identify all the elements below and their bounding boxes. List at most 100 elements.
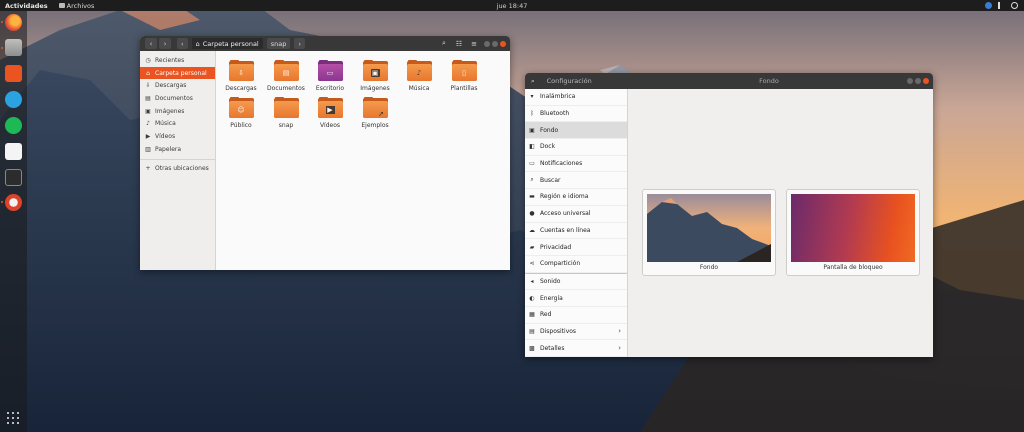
telegram-icon[interactable] [5,91,22,108]
settings-item-label: Notificaciones [540,160,583,168]
background-panel: Fondo Pantalla de bloqueo [628,89,933,357]
settings-search-area[interactable]: ⌕ Configuración [525,73,628,89]
folder-videos[interactable]: ▶ Vídeos [308,96,352,129]
settings-icon[interactable] [5,194,22,211]
sidebar-item-documentos[interactable]: ▤ Documentos [140,92,215,105]
sidebar-item-label: Documentos [155,94,193,102]
sidebar-item-label: Carpeta personal [155,69,207,77]
folder-escritorio[interactable]: ▭ Escritorio [308,59,352,92]
folder-publico[interactable]: ☺ Público [219,96,263,129]
settings-item-comparticion[interactable]: ⋖ Compartición [525,256,627,273]
folder-descargas[interactable]: ⇩ Descargas [219,59,263,92]
breadcrumb-snap[interactable]: snap [266,38,291,49]
system-tray[interactable] [985,2,1018,9]
lockscreen-preview-label: Pantalla de bloqueo [823,264,883,271]
show-applications-icon[interactable] [7,412,19,424]
settings-item-bluetooth[interactable]: ᛒ Bluetooth [525,106,627,123]
image-icon: ▣ [145,107,151,115]
terminal-icon[interactable] [5,169,22,186]
close-button[interactable] [923,78,929,84]
breadcrumb-right-arrow[interactable]: › [294,38,305,49]
slack-icon[interactable] [5,143,22,160]
settings-item-buscar[interactable]: ⌕ Buscar [525,172,627,190]
folder-label: Descargas [225,85,257,92]
app-menu-label: Archivos [66,1,95,10]
settings-item-region-idioma[interactable]: ▬ Región e idioma [525,189,627,206]
folder-label: Imágenes [360,85,390,92]
settings-item-fondo[interactable]: ▣ Fondo [525,122,627,140]
settings-item-label: Red [540,311,552,319]
sidebar-item-otras-ubicaciones[interactable]: + Otras ubicaciones [140,163,215,176]
firefox-icon[interactable] [5,14,22,31]
flag-icon: ▬ [529,193,535,201]
sidebar-item-papelera[interactable]: ▥ Papelera [140,143,215,156]
settings-item-dock[interactable]: ◧ Dock [525,139,627,156]
view-options-button[interactable]: ☷ [453,38,465,49]
sidebar-item-carpeta-personal[interactable]: ⌂ Carpeta personal [140,66,215,80]
back-button[interactable]: ‹ [145,38,157,49]
settings-item-detalles[interactable]: ▩ Detalles › [525,340,627,357]
settings-item-notificaciones[interactable]: ▭ Notificaciones [525,156,627,173]
folder-imagenes[interactable]: ▣ Imágenes [353,59,397,92]
folder-documentos[interactable]: ▤ Documentos [264,59,308,92]
breadcrumb-left-arrow[interactable]: ‹ [177,38,188,49]
settings-item-label: Privacidad [540,243,572,251]
sidebar-item-label: Papelera [155,145,182,153]
link-icon: ➚ [378,110,384,118]
folder-musica[interactable]: ♪ Música [397,59,441,92]
lockscreen-preview-card[interactable]: Pantalla de bloqueo [786,189,920,276]
settings-item-inalambrica[interactable]: ▾ Inalámbrica [525,89,627,106]
clock[interactable]: jue 18:47 [497,2,528,10]
maximize-button[interactable] [915,78,921,84]
power-menu-icon [1011,2,1018,9]
folder-label: Escritorio [315,85,345,92]
maximize-button[interactable] [492,40,498,47]
search-button[interactable]: ⌕ [438,38,450,49]
settings-item-acceso-universal[interactable]: ● Acceso universal [525,206,627,223]
settings-item-sonido[interactable]: ◂ Sonido [525,274,627,291]
close-button[interactable] [500,40,506,47]
files-icon[interactable] [5,39,22,56]
bell-icon: ▭ [529,160,535,168]
spotify-icon[interactable] [5,117,22,134]
minimize-button[interactable] [484,40,490,47]
background-preview-card[interactable]: Fondo [642,189,776,276]
sidebar-item-descargas[interactable]: ⇩ Descargas [140,79,215,92]
menu-button[interactable]: ≡ [468,38,480,49]
settings-item-dispositivos[interactable]: ▤ Dispositivos › [525,324,627,341]
sidebar-item-label: Otras ubicaciones [155,165,209,173]
breadcrumb-home[interactable]: ⌂ Carpeta personal [191,38,263,49]
folder-ejemplos[interactable]: ➚ Ejemplos [353,96,397,129]
sidebar-item-musica[interactable]: ♪ Música [140,117,215,130]
settings-item-label: Buscar [540,176,561,184]
breadcrumb: ‹ ⌂ Carpeta personal snap › [177,38,305,49]
software-icon[interactable] [5,65,22,82]
activities-button[interactable]: Actividades [0,2,53,10]
settings-item-privacidad[interactable]: ▰ Privacidad [525,239,627,256]
settings-item-energia[interactable]: ◐ Energía [525,290,627,307]
search-icon: ⌕ [442,39,446,47]
search-icon: ⌕ [531,76,535,85]
settings-window: ⌕ Configuración Fondo ▾ Inalámbrica ᛒ Blue… [525,73,933,357]
files-content-area: ⇩ Descargas ▤ Documentos ▭ Escritorio ▣ … [216,51,510,270]
files-window: ‹ › ‹ ⌂ Carpeta personal snap › ⌕ ☷ ≡ ◷ R… [140,36,510,270]
running-indicator [1,201,3,203]
sidebar-item-imagenes[interactable]: ▣ Imágenes [140,105,215,118]
sidebar-item-label: Imágenes [155,107,185,115]
search-icon: ⌕ [530,176,534,184]
folder-snap[interactable]: snap [264,96,308,129]
background-preview-label: Fondo [699,264,719,271]
forward-button[interactable]: › [159,38,171,49]
power-icon: ◐ [529,294,535,302]
settings-item-cuentas-en-linea[interactable]: ☁ Cuentas en línea [525,223,627,240]
settings-item-red[interactable]: ▦ Red [525,307,627,324]
sidebar-item-recientes[interactable]: ◷ Recientes [140,54,215,67]
volume-icon [998,2,1005,9]
sidebar-item-videos[interactable]: ▶ Vídeos [140,130,215,143]
background-preview-image [647,194,771,262]
folder-plantillas[interactable]: ▯ Plantillas [442,59,486,92]
minimize-button[interactable] [907,78,913,84]
app-menu[interactable]: Archivos [58,1,95,10]
window-controls [907,78,929,84]
template-icon: ▯ [462,69,466,77]
